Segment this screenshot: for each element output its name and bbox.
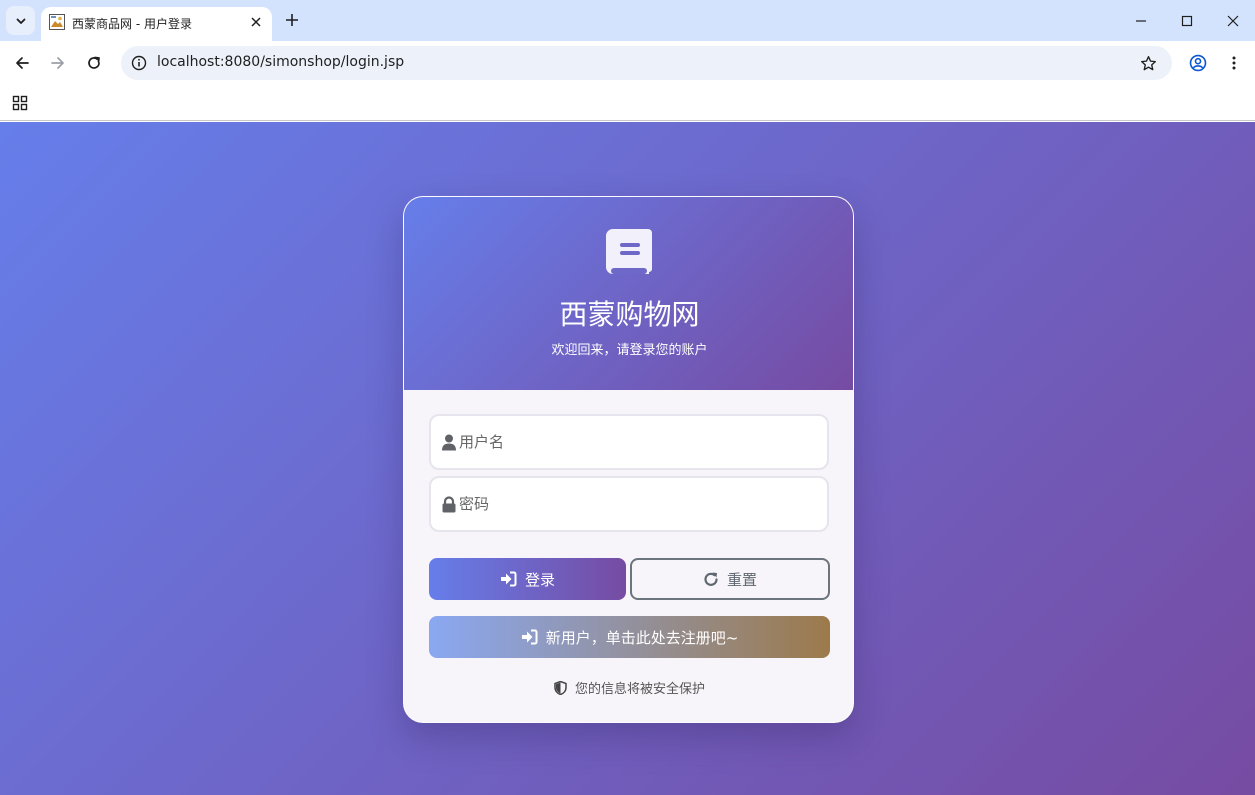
url-text[interactable]: localhost:8080/simonshop/login.jsp (157, 54, 404, 70)
security-note: 您的信息将被安全保护 (404, 678, 853, 697)
login-card: 西蒙购物网 欢迎回来，请登录您的账户 登录 (403, 196, 854, 723)
back-arrow-icon (16, 57, 29, 69)
site-info-button[interactable] (127, 51, 151, 75)
sign-in-icon (521, 629, 538, 645)
register-button-label: 新用户，单击此处去注册吧~ (545, 628, 739, 647)
reload-icon (88, 56, 100, 69)
apps-button[interactable] (10, 93, 30, 113)
maximize-icon (1181, 15, 1193, 27)
browser-menu-button[interactable] (1220, 49, 1248, 77)
reload-button[interactable] (80, 49, 108, 77)
close-icon (251, 17, 261, 27)
address-bar[interactable]: localhost:8080/simonshop/login.jsp (121, 46, 1172, 80)
password-input[interactable] (459, 478, 819, 530)
username-field[interactable] (429, 414, 829, 470)
account-icon (1189, 54, 1207, 72)
tab-search-button[interactable] (6, 6, 35, 35)
shield-icon (554, 680, 567, 695)
window-close-button[interactable] (1219, 7, 1247, 35)
maximize-button[interactable] (1173, 7, 1201, 35)
favicon-icon (49, 14, 65, 30)
plus-icon (286, 14, 298, 26)
close-icon (1227, 15, 1239, 27)
card-header: 西蒙购物网 欢迎回来，请登录您的账户 (404, 197, 853, 390)
security-note-text: 您的信息将被安全保护 (574, 682, 705, 697)
login-button-label: 登录 (524, 570, 555, 589)
browser-tab-bar: 西蒙商品网 - 用户登录 (0, 0, 1255, 41)
password-field[interactable] (429, 476, 829, 532)
minimize-button[interactable] (1127, 7, 1155, 35)
more-vertical-icon (1232, 56, 1236, 70)
star-icon (1140, 55, 1156, 70)
profile-button[interactable] (1184, 49, 1212, 77)
minimize-icon (1136, 20, 1146, 22)
welcome-subtitle: 欢迎回来，请登录您的账户 (551, 343, 708, 358)
page-viewport: 西蒙购物网 欢迎回来，请登录您的账户 登录 (0, 122, 1255, 795)
info-icon (131, 55, 147, 71)
sign-in-icon (500, 571, 517, 587)
bookmark-star-button[interactable] (1136, 51, 1160, 75)
forward-button[interactable] (44, 49, 72, 77)
user-icon (442, 434, 456, 451)
new-tab-button[interactable] (281, 9, 303, 31)
login-button[interactable]: 登录 (429, 558, 626, 600)
forward-arrow-icon (51, 57, 64, 69)
redo-icon (704, 572, 718, 586)
reset-button-label: 重置 (726, 570, 757, 589)
browser-tab[interactable]: 西蒙商品网 - 用户登录 (41, 7, 272, 41)
register-button[interactable]: 新用户，单击此处去注册吧~ (429, 616, 830, 658)
tab-title: 西蒙商品网 - 用户登录 (72, 17, 192, 31)
bookmarks-bar (0, 86, 1255, 121)
brand-title: 西蒙购物网 (559, 298, 700, 331)
lock-icon (442, 496, 456, 513)
tab-close-button[interactable] (246, 12, 266, 32)
reset-button[interactable]: 重置 (630, 558, 830, 600)
back-button[interactable] (8, 49, 36, 77)
book-icon (606, 229, 652, 274)
username-input[interactable] (459, 416, 819, 468)
browser-toolbar: localhost:8080/simonshop/login.jsp (0, 41, 1255, 86)
apps-grid-icon (12, 95, 28, 111)
chevron-down-icon (16, 18, 25, 24)
